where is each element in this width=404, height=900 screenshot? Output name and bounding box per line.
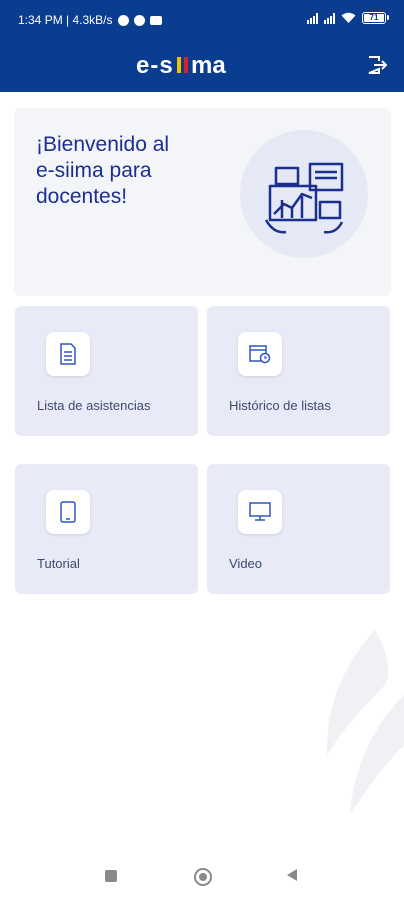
monitor-icon	[238, 490, 282, 534]
battery-level: 71	[364, 14, 384, 22]
welcome-line-1: ¡Bienvenido al	[36, 133, 170, 156]
welcome-line-3: docentes!	[36, 185, 128, 208]
welcome-line-2: e-siima para	[36, 159, 152, 182]
tile-label: Video	[229, 556, 263, 571]
square-icon	[105, 870, 117, 882]
tile-video[interactable]: Video	[207, 464, 390, 594]
home-button[interactable]	[194, 868, 212, 886]
tile-label: Tutorial	[37, 556, 80, 571]
tablet-icon	[46, 490, 90, 534]
tile-tutorial[interactable]: Tutorial	[15, 464, 198, 594]
status-time: 1:34 PM | 4.3kB/s	[18, 13, 113, 27]
tile-label: Histórico de listas	[229, 398, 331, 413]
brand-watermark-icon	[326, 630, 404, 815]
wifi-icon	[341, 12, 356, 23]
youtube-icon	[149, 15, 162, 25]
check-icon	[133, 14, 145, 26]
back-triangle-icon	[287, 869, 297, 881]
app-header: e-s ma	[0, 40, 404, 92]
whatsapp-icon	[117, 14, 129, 26]
document-list-icon	[46, 332, 90, 376]
tile-historico-de-listas[interactable]: Histórico de listas	[207, 306, 390, 436]
circle-icon	[194, 868, 212, 886]
tile-label: Lista de asistencias	[37, 398, 151, 413]
svg-text:ma: ma	[191, 53, 226, 77]
tile-lista-de-asistencias[interactable]: Lista de asistencias	[15, 306, 198, 436]
status-bar: 1:34 PM | 4.3kB/s 71	[0, 0, 404, 40]
logout-icon[interactable]	[366, 54, 388, 76]
svg-text:e-s: e-s	[136, 53, 174, 77]
calendar-history-icon	[238, 332, 282, 376]
back-button[interactable]	[286, 868, 298, 887]
battery-icon: 71	[362, 12, 389, 24]
welcome-message: ¡Bienvenido al e-siima para docentes!	[36, 132, 226, 210]
welcome-card: ¡Bienvenido al e-siima para docentes!	[14, 108, 391, 296]
dashboard-illustration-icon	[240, 130, 368, 258]
signal-icon	[324, 12, 335, 24]
signal-icon	[307, 12, 318, 24]
recent-apps-button[interactable]	[105, 868, 117, 882]
e-siima-logo: e-s ma	[136, 52, 240, 78]
